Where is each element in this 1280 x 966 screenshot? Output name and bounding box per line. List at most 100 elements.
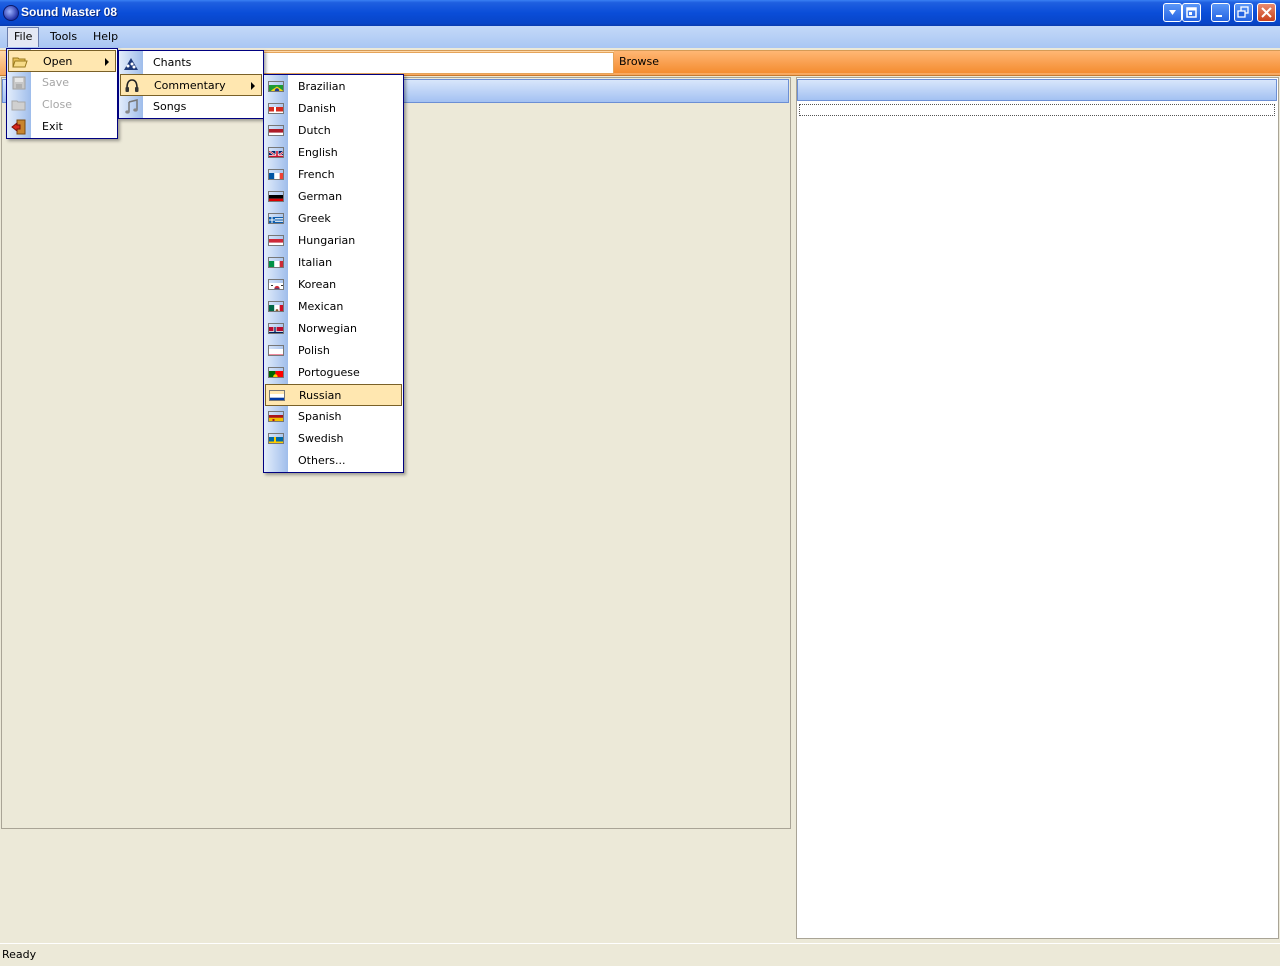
flag-france-icon	[268, 169, 284, 180]
close-folder-icon	[11, 100, 26, 111]
flag-uk-icon	[268, 147, 284, 158]
menu-item-polish[interactable]: Polish	[265, 340, 402, 362]
flag-netherlands-icon	[268, 125, 284, 136]
menu-item-label: Korean	[298, 278, 337, 291]
submenu-arrow-icon	[251, 82, 255, 90]
menu-item-russian[interactable]: Russian	[265, 384, 402, 406]
music-note-icon	[125, 99, 138, 114]
menu-item-korean[interactable]: Korean	[265, 274, 402, 296]
crowd-icon	[124, 58, 138, 70]
window-title: Sound Master 08	[21, 5, 118, 19]
flag-portugal-icon	[268, 367, 284, 378]
restore-icon	[1237, 6, 1249, 18]
exit-icon	[11, 119, 26, 135]
menu-item-french[interactable]: French	[265, 164, 402, 186]
flag-spain-icon	[268, 411, 284, 422]
menu-item-label: Open	[43, 55, 73, 68]
menu-bar: File Tools Help	[0, 26, 1280, 48]
path-input[interactable]	[262, 52, 614, 74]
menu-item-label: Exit	[42, 120, 63, 133]
submenu-arrow-icon	[105, 58, 109, 66]
menu-item-norwegian[interactable]: Norwegian	[265, 318, 402, 340]
title-bar[interactable]: Sound Master 08	[0, 0, 1280, 26]
menu-item-label: English	[298, 146, 338, 159]
menu-tools[interactable]: Tools	[44, 28, 83, 46]
flag-poland-icon	[268, 345, 284, 356]
menu-item-chants[interactable]: Chants	[120, 52, 262, 74]
menu-item-label: Close	[42, 98, 72, 111]
menu-item-label: Commentary	[154, 79, 226, 92]
menu-item-label: French	[298, 168, 335, 181]
window-layout-icon	[1186, 7, 1197, 18]
menu-item-label: Save	[42, 76, 70, 89]
chevron-down-icon	[1169, 10, 1176, 15]
minimize-button[interactable]	[1211, 3, 1230, 22]
menu-item-commentary[interactable]: Commentary	[120, 74, 262, 96]
commentary-submenu: Brazilian Danish Dutch English French German G…	[263, 74, 404, 473]
menu-item-german[interactable]: German	[265, 186, 402, 208]
menu-item-label: Norwegian	[298, 322, 357, 335]
restore-layout-button[interactable]	[1182, 3, 1201, 22]
menu-item-dutch[interactable]: Dutch	[265, 120, 402, 142]
right-pane-list-focus[interactable]	[799, 104, 1275, 116]
menu-item-save: Save	[8, 72, 116, 94]
menu-item-close: Close	[8, 94, 116, 116]
folder-open-icon	[12, 57, 28, 68]
flag-greece-icon	[268, 213, 284, 224]
file-menu: Open Save Close Exit	[6, 48, 118, 139]
right-pane-header	[797, 79, 1277, 101]
menu-item-swedish[interactable]: Swedish	[265, 428, 402, 450]
save-icon	[12, 76, 26, 90]
menu-item-label: Mexican	[298, 300, 344, 313]
close-icon	[1261, 7, 1272, 18]
app-icon[interactable]	[3, 5, 19, 21]
menu-item-label: Songs	[153, 100, 187, 113]
flag-russia-icon	[269, 390, 285, 401]
maximize-button[interactable]	[1234, 3, 1253, 22]
menu-item-hungarian[interactable]: Hungarian	[265, 230, 402, 252]
close-button[interactable]	[1257, 3, 1276, 22]
flag-norway-icon	[268, 323, 284, 334]
menu-item-label: German	[298, 190, 343, 203]
menu-item-label: Others...	[298, 454, 346, 467]
menu-item-exit[interactable]: Exit	[8, 116, 116, 138]
menu-item-brazilian[interactable]: Brazilian	[265, 76, 402, 98]
menu-item-songs[interactable]: Songs	[120, 96, 262, 118]
menu-item-label: Danish	[298, 102, 336, 115]
menu-item-label: Hungarian	[298, 234, 356, 247]
menu-item-label: Russian	[299, 389, 342, 402]
minimize-icon	[1216, 15, 1222, 17]
menu-item-spanish[interactable]: Spanish	[265, 406, 402, 428]
menu-item-label: Swedish	[298, 432, 344, 445]
menu-item-italian[interactable]: Italian	[265, 252, 402, 274]
menu-item-label: Chants	[153, 56, 192, 69]
flag-italy-icon	[268, 257, 284, 268]
flag-germany-icon	[268, 191, 284, 202]
menu-item-english[interactable]: English	[265, 142, 402, 164]
menu-item-portoguese[interactable]: Portoguese	[265, 362, 402, 384]
menu-item-open[interactable]: Open	[8, 50, 116, 72]
menu-item-label: Greek	[298, 212, 331, 225]
menu-item-label: Dutch	[298, 124, 331, 137]
flag-sweden-icon	[268, 433, 284, 444]
menu-item-danish[interactable]: Danish	[265, 98, 402, 120]
menu-item-mexican[interactable]: Mexican	[265, 296, 402, 318]
menu-file[interactable]: File	[7, 27, 40, 47]
bottom-panel	[0, 831, 792, 941]
flag-mexico-icon	[268, 301, 284, 312]
menu-item-label: Italian	[298, 256, 333, 269]
menu-item-greek[interactable]: Greek	[265, 208, 402, 230]
menu-item-others[interactable]: Others...	[265, 450, 402, 472]
right-pane[interactable]	[796, 77, 1279, 939]
headphones-icon	[125, 79, 139, 92]
status-bar: Ready	[0, 943, 1280, 966]
flag-denmark-icon	[268, 103, 284, 114]
window-menu-dropdown-button[interactable]	[1163, 3, 1182, 22]
menu-help[interactable]: Help	[87, 28, 124, 46]
flag-hungary-icon	[268, 235, 284, 246]
menu-item-label: Polish	[298, 344, 330, 357]
flag-korea-icon	[268, 279, 284, 290]
open-submenu: Chants Commentary Songs	[118, 50, 264, 119]
browse-button[interactable]: Browse	[614, 51, 1280, 73]
menu-item-label: Portoguese	[298, 366, 360, 379]
